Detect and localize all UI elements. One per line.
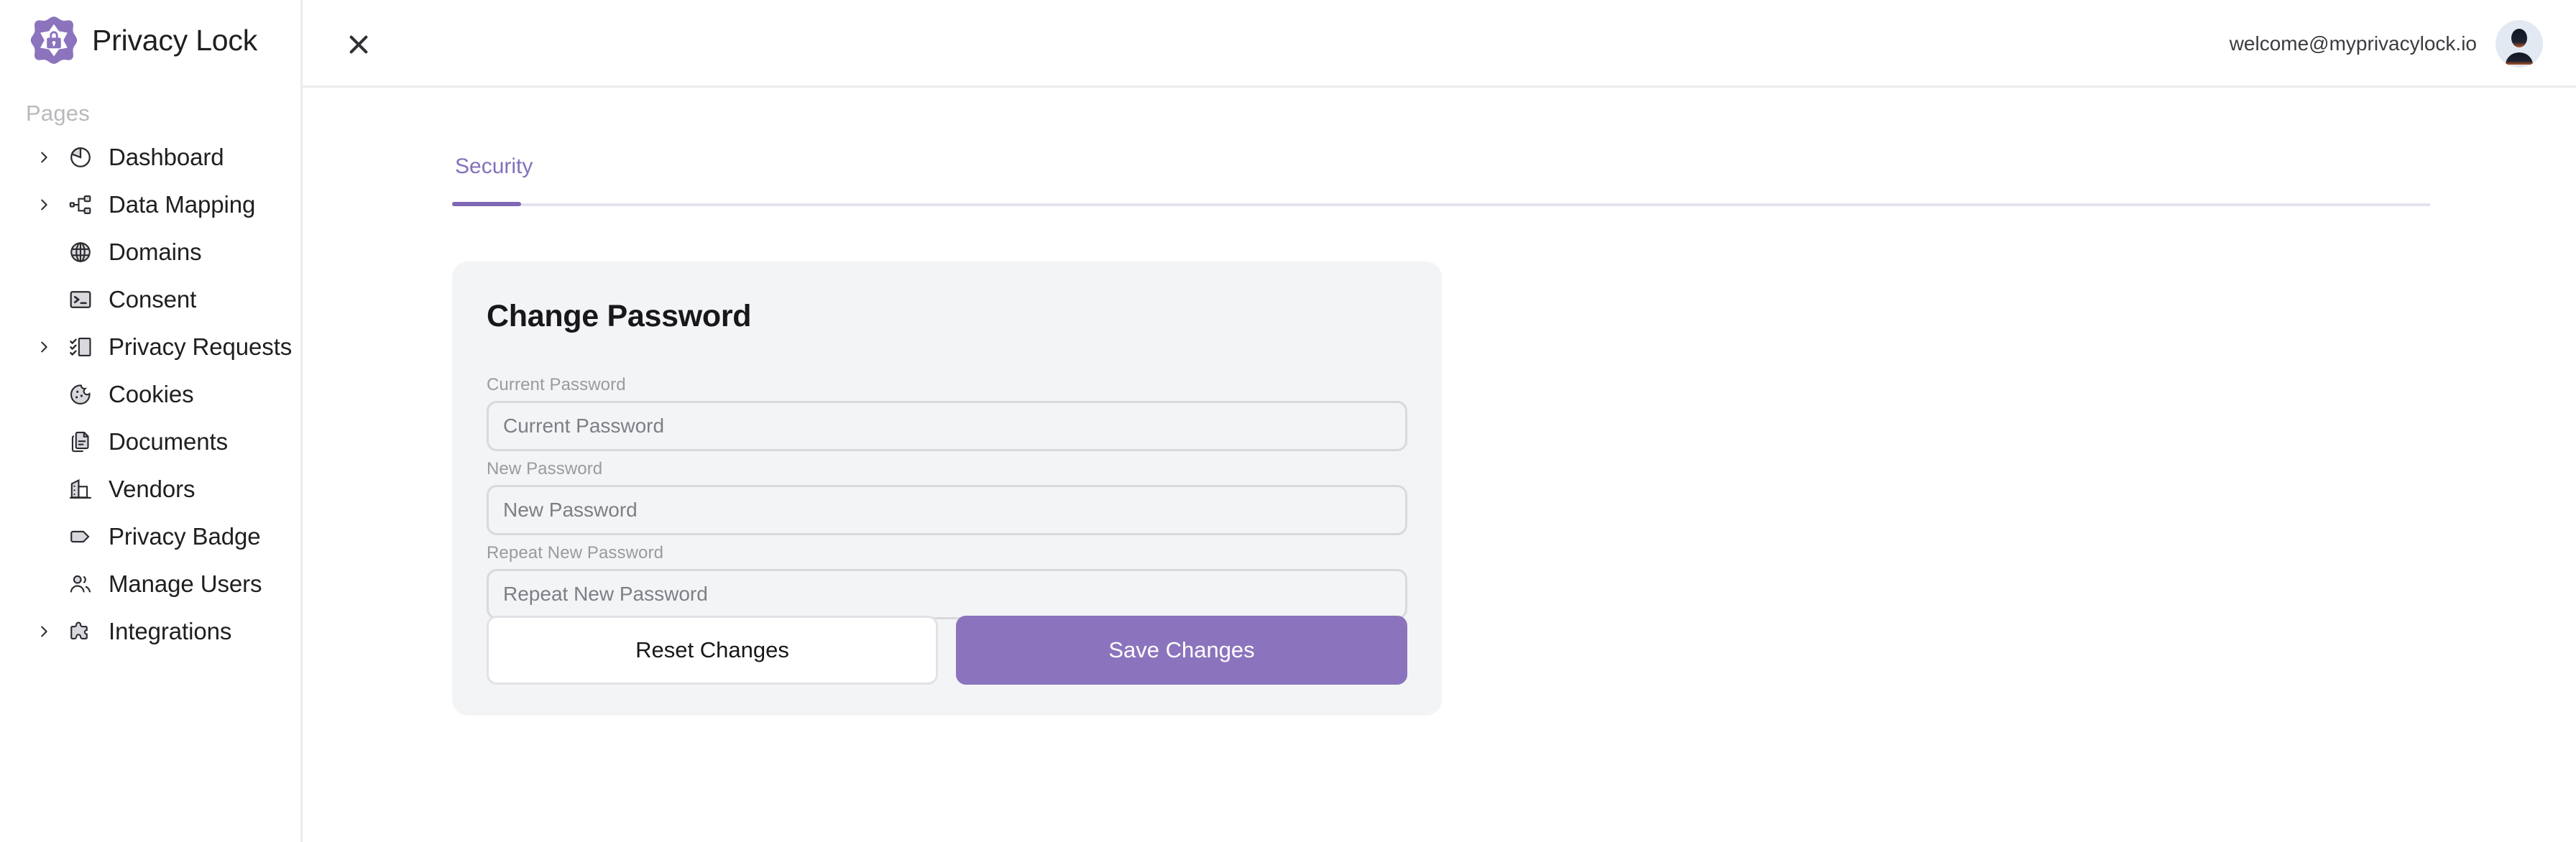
sidebar-item-label: Data Mapping	[109, 191, 256, 218]
tab-bar-rule	[452, 203, 2430, 206]
sidebar-item-documents[interactable]: Documents	[0, 418, 303, 466]
sidebar-item-manage-users[interactable]: Manage Users	[0, 560, 303, 608]
sidebar-item-label: Cookies	[109, 381, 194, 407]
users-icon	[66, 570, 95, 598]
field-current-password: Current Password	[487, 375, 1407, 451]
field-label: Current Password	[487, 375, 626, 394]
sidebar-item-label: Consent	[109, 286, 197, 313]
repeat-new-password-input[interactable]	[487, 569, 1407, 619]
current-password-input[interactable]	[487, 401, 1407, 451]
close-icon	[349, 35, 368, 54]
save-changes-button[interactable]: Save Changes	[956, 616, 1407, 685]
page-title: Change Password	[487, 299, 752, 333]
sitemap-icon	[66, 190, 95, 219]
documents-icon	[66, 427, 95, 456]
close-button[interactable]	[339, 24, 379, 65]
pie-chart-icon	[66, 143, 95, 172]
sidebar-item-consent[interactable]: Consent	[0, 276, 303, 323]
terminal-icon	[66, 285, 95, 314]
sidebar: Privacy Lock Pages Dashboard Data Mappin…	[0, 0, 303, 842]
field-new-password: New Password	[487, 459, 1407, 535]
field-label: New Password	[487, 459, 603, 478]
tab-active-indicator	[452, 202, 521, 206]
brand[interactable]: Privacy Lock	[29, 14, 257, 66]
new-password-input[interactable]	[487, 485, 1407, 535]
sidebar-item-privacy-requests[interactable]: Privacy Requests	[0, 323, 303, 371]
privacy-lock-badge-icon	[30, 17, 78, 64]
globe-icon	[66, 238, 95, 267]
reset-changes-button[interactable]: Reset Changes	[487, 616, 938, 685]
change-password-card: Change Password Current Password New Pas…	[452, 262, 1442, 716]
app-window: Privacy Lock Pages Dashboard Data Mappin…	[0, 0, 2576, 842]
sidebar-section-label: Pages	[26, 101, 90, 126]
chevron-right-icon[interactable]	[36, 197, 52, 213]
sidebar-item-label: Privacy Requests	[109, 333, 293, 360]
puzzle-icon	[66, 617, 95, 646]
sidebar-item-cookies[interactable]: Cookies	[0, 371, 303, 418]
sidebar-item-vendors[interactable]: Vendors	[0, 466, 303, 513]
building-icon	[66, 475, 95, 504]
user-account-area[interactable]: welcome@myprivacylock.io	[2230, 20, 2543, 68]
chevron-right-icon[interactable]	[36, 149, 52, 165]
sidebar-item-data-mapping[interactable]: Data Mapping	[0, 181, 303, 228]
sidebar-item-label: Dashboard	[109, 144, 224, 170]
chevron-right-icon[interactable]	[36, 339, 52, 355]
user-email: welcome@myprivacylock.io	[2229, 32, 2477, 55]
sidebar-item-label: Domains	[109, 239, 202, 265]
sidebar-item-label: Vendors	[109, 476, 196, 502]
card-actions: Reset Changes Save Changes	[487, 616, 1407, 685]
top-header: welcome@myprivacylock.io	[303, 0, 2576, 88]
chevron-right-icon[interactable]	[36, 624, 52, 639]
sidebar-item-domains[interactable]: Domains	[0, 228, 303, 276]
sidebar-item-label: Documents	[109, 428, 229, 455]
avatar[interactable]	[2496, 20, 2543, 68]
sidebar-item-privacy-badge[interactable]: Privacy Badge	[0, 513, 303, 560]
sidebar-item-label: Privacy Badge	[109, 523, 261, 550]
checklist-icon	[66, 333, 95, 361]
tab-security[interactable]: Security	[452, 154, 535, 192]
sidebar-item-dashboard[interactable]: Dashboard	[0, 134, 303, 181]
field-repeat-new-password: Repeat New Password	[487, 543, 1407, 619]
tab-bar: Security	[452, 154, 2430, 206]
sidebar-nav: Dashboard Data Mapping Domains Consent P…	[0, 134, 303, 655]
user-avatar-icon	[2496, 20, 2543, 68]
cookie-icon	[66, 380, 95, 409]
brand-name: Privacy Lock	[92, 23, 258, 57]
field-label: Repeat New Password	[487, 543, 664, 563]
sidebar-item-label: Manage Users	[109, 570, 262, 597]
sidebar-item-label: Integrations	[109, 618, 232, 644]
sidebar-item-integrations[interactable]: Integrations	[0, 608, 303, 655]
tag-icon	[66, 522, 95, 551]
